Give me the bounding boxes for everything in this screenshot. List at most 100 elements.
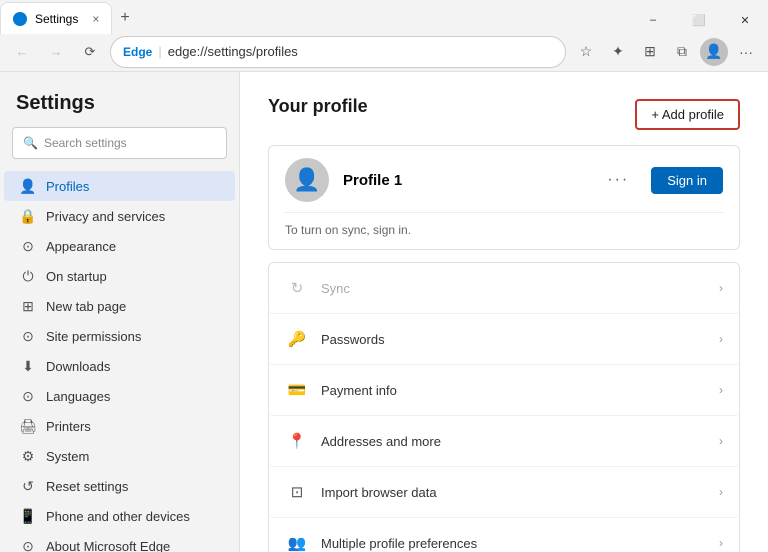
browser-toolbar: ← → ⟳ Edge | edge://settings/profiles ☆ … <box>0 32 768 72</box>
downloads-icon: ⬇ <box>20 358 36 374</box>
toolbar-icons: ☆ ✦ ⊞ ⧉ 👤 ··· <box>572 38 760 66</box>
sidebar-item-label: Languages <box>46 389 110 404</box>
profile-more-button[interactable]: ··· <box>599 167 637 193</box>
menu-item-sync[interactable]: ↻ Sync › <box>269 263 739 314</box>
addresses-icon: 📍 <box>285 429 309 453</box>
chevron-icon: › <box>719 383 723 397</box>
sidebar-item-privacy[interactable]: 🔒 Privacy and services <box>4 201 235 231</box>
passwords-icon: 🔑 <box>285 327 309 351</box>
profile-avatar: 👤 <box>285 158 329 202</box>
favorites-icon[interactable]: ☆ <box>572 38 600 66</box>
menu-label: Multiple profile preferences <box>321 536 719 551</box>
chevron-icon: › <box>719 281 723 295</box>
system-icon: ⚙ <box>20 448 36 464</box>
search-icon: 🔍 <box>23 136 38 150</box>
sidebar-item-label: Downloads <box>46 359 110 374</box>
close-button[interactable]: ✕ <box>722 4 768 36</box>
split-screen-icon[interactable]: ⧉ <box>668 38 696 66</box>
add-profile-button[interactable]: + Add profile <box>635 99 740 130</box>
restore-button[interactable]: ⬜ <box>676 4 722 36</box>
active-tab[interactable]: Settings × <box>0 2 112 34</box>
multiprofile-icon: 👥 <box>285 531 309 552</box>
profile-header: Your profile + Add profile <box>268 96 740 133</box>
menu-label: Sync <box>321 281 719 296</box>
profile-card: 👤 Profile 1 ··· Sign in To turn on sync,… <box>268 145 740 250</box>
minimize-button[interactable]: – <box>630 4 676 36</box>
url-text: edge://settings/profiles <box>168 44 298 59</box>
sidebar-item-label: Profiles <box>46 179 89 194</box>
sidebar-item-phone[interactable]: 📱 Phone and other devices <box>4 501 235 531</box>
sidebar-item-label: Appearance <box>46 239 116 254</box>
sidebar-item-label: On startup <box>46 269 107 284</box>
sidebar-item-languages[interactable]: ⊙ Languages <box>4 381 235 411</box>
url-separator: | <box>158 44 161 59</box>
back-button[interactable]: ← <box>8 38 36 66</box>
startup-icon: ⏻ <box>20 268 36 284</box>
menu-item-import[interactable]: ⊡ Import browser data › <box>269 467 739 518</box>
menu-item-payment[interactable]: 💳 Payment info › <box>269 365 739 416</box>
profile-row: 👤 Profile 1 ··· Sign in <box>285 158 723 202</box>
refresh-button[interactable]: ⟳ <box>76 38 104 66</box>
forward-button[interactable]: → <box>42 38 70 66</box>
sign-in-button[interactable]: Sign in <box>651 167 723 194</box>
tab-close-icon[interactable]: × <box>92 12 99 26</box>
reset-icon: ↺ <box>20 478 36 494</box>
sidebar-item-startup[interactable]: ⏻ On startup <box>4 261 235 291</box>
sidebar-item-downloads[interactable]: ⬇ Downloads <box>4 351 235 381</box>
sidebar: Settings 🔍 Search settings 👤 Profiles 🔒 … <box>0 72 240 552</box>
sidebar-item-label: Reset settings <box>46 479 128 494</box>
phone-icon: 📱 <box>20 508 36 524</box>
menu-label: Addresses and more <box>321 434 719 449</box>
search-placeholder: Search settings <box>44 136 127 150</box>
main-layout: Settings 🔍 Search settings 👤 Profiles 🔒 … <box>0 72 768 552</box>
more-tools-icon[interactable]: ··· <box>732 38 760 66</box>
newtab-icon: ⊞ <box>20 298 36 314</box>
chevron-icon: › <box>719 485 723 499</box>
sidebar-item-reset[interactable]: ↺ Reset settings <box>4 471 235 501</box>
languages-icon: ⊙ <box>20 388 36 404</box>
sidebar-item-label: Site permissions <box>46 329 141 344</box>
new-tab-button[interactable]: + <box>112 5 137 31</box>
sidebar-item-about[interactable]: ⊙ About Microsoft Edge <box>4 531 235 552</box>
sidebar-item-system[interactable]: ⚙ System <box>4 441 235 471</box>
read-aloud-icon[interactable]: ✦ <box>604 38 632 66</box>
permissions-icon: ⊙ <box>20 328 36 344</box>
menu-label: Passwords <box>321 332 719 347</box>
import-icon: ⊡ <box>285 480 309 504</box>
sidebar-item-label: Phone and other devices <box>46 509 190 524</box>
sidebar-item-appearance[interactable]: ⊙ Appearance <box>4 231 235 261</box>
sidebar-item-label: Privacy and services <box>46 209 165 224</box>
tab-favicon <box>13 12 27 26</box>
sidebar-item-profiles[interactable]: 👤 Profiles <box>4 171 235 201</box>
menu-item-passwords[interactable]: 🔑 Passwords › <box>269 314 739 365</box>
sidebar-item-label: Printers <box>46 419 91 434</box>
chevron-icon: › <box>719 536 723 550</box>
sidebar-item-label: About Microsoft Edge <box>46 539 170 552</box>
printers-icon: 🖨 <box>20 418 36 434</box>
profile-name: Profile 1 <box>343 172 585 189</box>
menu-item-multiprofile[interactable]: 👥 Multiple profile preferences › <box>269 518 739 552</box>
privacy-icon: 🔒 <box>20 208 36 224</box>
sidebar-item-printers[interactable]: 🖨 Printers <box>4 411 235 441</box>
edge-logo-icon: Edge <box>123 45 152 59</box>
address-bar[interactable]: Edge | edge://settings/profiles <box>110 36 566 68</box>
payment-icon: 💳 <box>285 378 309 402</box>
profile-menu-items: ↻ Sync › 🔑 Passwords › 💳 Payment info › … <box>268 262 740 552</box>
window-controls: – ⬜ ✕ <box>630 4 768 32</box>
sidebar-title: Settings <box>0 84 239 127</box>
chevron-icon: › <box>719 332 723 346</box>
sidebar-item-label: System <box>46 449 89 464</box>
profile-icon[interactable]: 👤 <box>700 38 728 66</box>
sidebar-item-newtab[interactable]: ⊞ New tab page <box>4 291 235 321</box>
tab-label: Settings <box>35 12 78 26</box>
appearance-icon: ⊙ <box>20 238 36 254</box>
menu-label: Payment info <box>321 383 719 398</box>
chevron-icon: › <box>719 434 723 448</box>
about-icon: ⊙ <box>20 538 36 552</box>
menu-item-addresses[interactable]: 📍 Addresses and more › <box>269 416 739 467</box>
search-box[interactable]: 🔍 Search settings <box>12 127 227 159</box>
sidebar-item-permissions[interactable]: ⊙ Site permissions <box>4 321 235 351</box>
collections-icon[interactable]: ⊞ <box>636 38 664 66</box>
sync-hint: To turn on sync, sign in. <box>285 212 723 237</box>
your-profile-title: Your profile <box>268 96 368 117</box>
